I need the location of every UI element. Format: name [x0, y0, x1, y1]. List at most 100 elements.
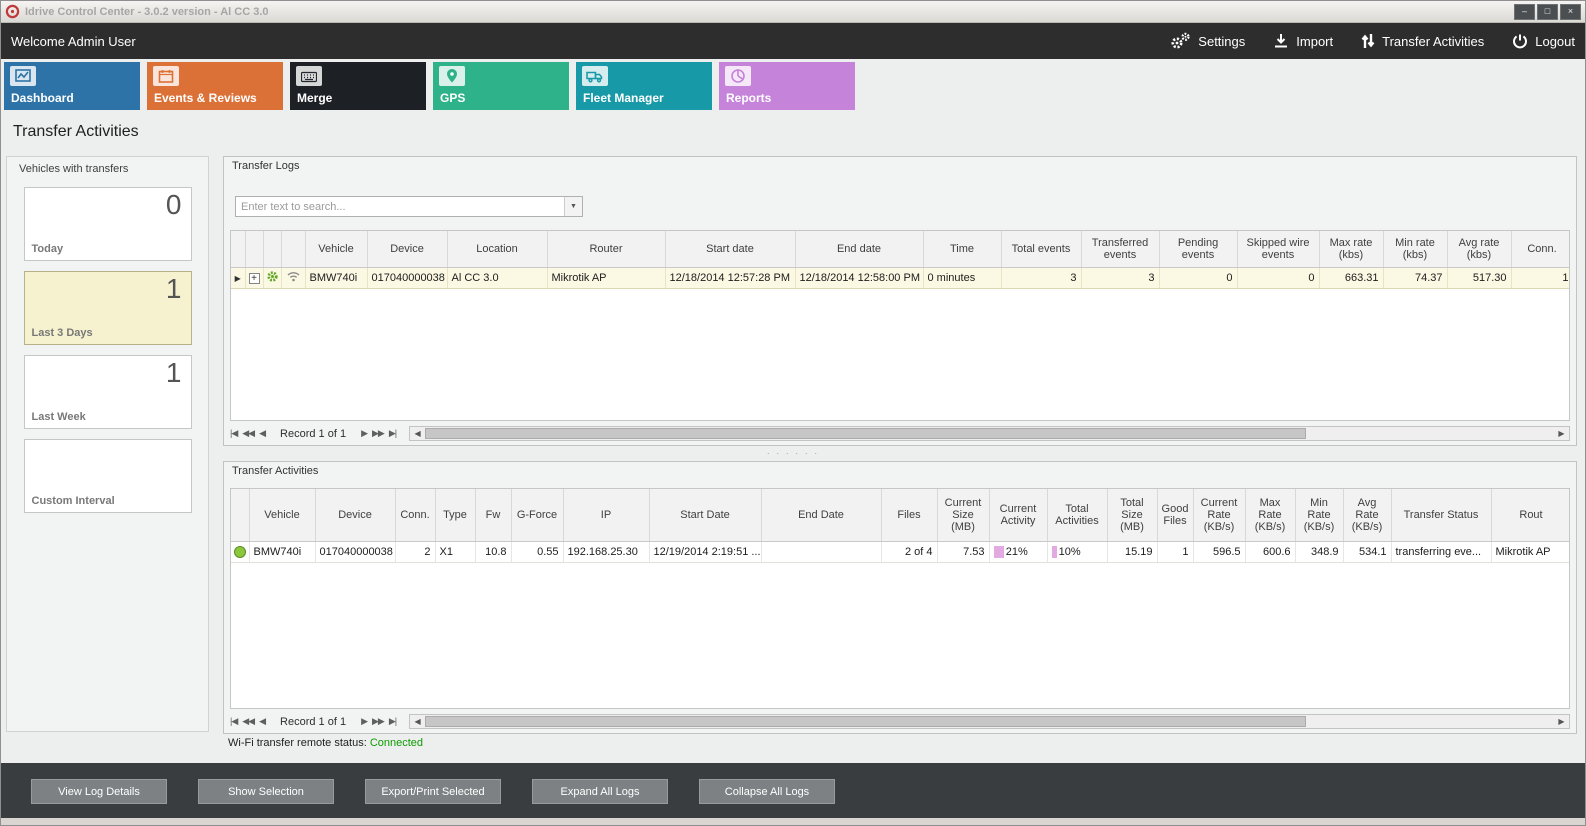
pager-prev-page-button[interactable]: ◀◀ [242, 714, 254, 729]
scrollbar-thumb[interactable] [425, 716, 1306, 727]
col-header[interactable] [281, 231, 305, 267]
pager-first-button[interactable]: |◀ [230, 426, 237, 441]
show-selection-button[interactable]: Show Selection [198, 779, 334, 804]
cell-min-rate[interactable]: 348.9 [1295, 541, 1343, 562]
cell-current-activity[interactable]: 21% [989, 541, 1047, 562]
filter-card-last-3-days[interactable]: 1 Last 3 Days [24, 271, 192, 345]
filter-card-last-week[interactable]: 1 Last Week [24, 355, 192, 429]
expand-button[interactable]: + [249, 273, 260, 284]
cell-conn[interactable]: 2 [395, 541, 435, 562]
col-header[interactable] [263, 231, 281, 267]
tile-merge[interactable]: Merge [290, 62, 426, 110]
cell-total-events[interactable]: 3 [1001, 267, 1081, 288]
cell-router[interactable]: Mikrotik AP [1491, 541, 1570, 562]
cell-transferred-events[interactable]: 3 [1081, 267, 1159, 288]
cell-start-date[interactable]: 12/18/2014 12:57:28 PM [665, 267, 795, 288]
cell-vehicle[interactable]: BMW740i [249, 541, 315, 562]
tile-events-reviews[interactable]: Events & Reviews [147, 62, 283, 110]
col-header-total-activities[interactable]: Total Activities [1047, 489, 1107, 541]
filter-card-today[interactable]: 0 Today [24, 187, 192, 261]
col-header-transfer-status[interactable]: Transfer Status [1391, 489, 1491, 541]
table-row[interactable]: ▶ + [231, 267, 1570, 288]
cell-total-activities[interactable]: 10% [1047, 541, 1107, 562]
cell-skipped-wire-events[interactable]: 0 [1237, 267, 1319, 288]
collapse-all-logs-button[interactable]: Collapse All Logs [699, 779, 835, 804]
col-header-type[interactable]: Type [435, 489, 475, 541]
col-header-vehicle[interactable]: Vehicle [249, 489, 315, 541]
col-header-max-rate[interactable]: Max Rate (KB/s) [1245, 489, 1295, 541]
col-header-total-size[interactable]: Total Size (MB) [1107, 489, 1157, 541]
col-header-end-date[interactable]: End date [795, 231, 923, 267]
col-header-good-files[interactable]: Good Files [1157, 489, 1193, 541]
scrollbar-track[interactable] [425, 427, 1554, 440]
scroll-right-arrow[interactable]: ▶ [1554, 427, 1569, 440]
cell-device[interactable]: 017040000038 [315, 541, 395, 562]
cell-max-rate[interactable]: 600.6 [1245, 541, 1295, 562]
col-header-current-activity[interactable]: Current Activity [989, 489, 1047, 541]
col-header-min-rate[interactable]: Min Rate (KB/s) [1295, 489, 1343, 541]
search-input[interactable] [236, 197, 564, 216]
col-header-avg-rate[interactable]: Avg Rate (KB/s) [1343, 489, 1391, 541]
cell-min-rate[interactable]: 74.37 [1383, 267, 1447, 288]
pager-prev-button[interactable]: ◀ [259, 426, 265, 441]
search-dropdown-button[interactable]: ▼ [564, 197, 582, 216]
scroll-left-arrow[interactable]: ◀ [410, 715, 425, 728]
pager-last-button[interactable]: ▶| [389, 426, 396, 441]
col-header-total-events[interactable]: Total events [1001, 231, 1081, 267]
cell-end-date[interactable] [761, 541, 881, 562]
cell-files[interactable]: 2 of 4 [881, 541, 937, 562]
cell-current-size[interactable]: 7.53 [937, 541, 989, 562]
minimize-button[interactable]: – [1514, 4, 1535, 20]
cell-transfer-status[interactable]: transferring eve... [1391, 541, 1491, 562]
splitter-handle[interactable]: · · · · · · [1, 450, 1585, 458]
tile-gps[interactable]: GPS [433, 62, 569, 110]
col-header-ip[interactable]: IP [563, 489, 649, 541]
close-button[interactable]: × [1560, 4, 1581, 20]
transfer-activities-button[interactable]: Transfer Activities [1361, 33, 1484, 49]
cell-fw[interactable]: 10.8 [475, 541, 511, 562]
col-header-max-rate[interactable]: Max rate (kbs) [1319, 231, 1383, 267]
expand-all-logs-button[interactable]: Expand All Logs [532, 779, 668, 804]
scrollbar-track[interactable] [425, 715, 1554, 728]
pager-prev-page-button[interactable]: ◀◀ [242, 426, 254, 441]
col-header-conn[interactable]: Conn. [1511, 231, 1570, 267]
pager-next-page-button[interactable]: ▶▶ [372, 426, 384, 441]
col-header-location[interactable]: Location [447, 231, 547, 267]
pager-next-page-button[interactable]: ▶▶ [372, 714, 384, 729]
col-header-current-rate[interactable]: Current Rate (KB/s) [1193, 489, 1245, 541]
cell-max-rate[interactable]: 663.31 [1319, 267, 1383, 288]
col-header-start-date[interactable]: Start date [665, 231, 795, 267]
col-header[interactable] [231, 231, 245, 267]
col-header-device[interactable]: Device [315, 489, 395, 541]
cell-total-size[interactable]: 15.19 [1107, 541, 1157, 562]
logout-button[interactable]: Logout [1512, 33, 1575, 49]
cell-ip[interactable]: 192.168.25.30 [563, 541, 649, 562]
pager-first-button[interactable]: |◀ [230, 714, 237, 729]
col-header-router[interactable]: Rout [1491, 489, 1570, 541]
maximize-button[interactable]: □ [1537, 4, 1558, 20]
col-header-start-date[interactable]: Start Date [649, 489, 761, 541]
col-header-end-date[interactable]: End Date [761, 489, 881, 541]
col-header[interactable] [245, 231, 263, 267]
col-header-avg-rate[interactable]: Avg rate (kbs) [1447, 231, 1511, 267]
col-header-pending-events[interactable]: Pending events [1159, 231, 1237, 267]
tile-dashboard[interactable]: Dashboard [4, 62, 140, 110]
cell-current-rate[interactable]: 596.5 [1193, 541, 1245, 562]
col-header-g-force[interactable]: G-Force [511, 489, 563, 541]
settings-button[interactable]: Settings [1169, 32, 1245, 50]
pager-prev-button[interactable]: ◀ [259, 714, 265, 729]
col-header-current-size[interactable]: Current Size (MB) [937, 489, 989, 541]
horizontal-scrollbar[interactable]: ◀ ▶ [409, 714, 1570, 729]
horizontal-scrollbar[interactable]: ◀ ▶ [409, 426, 1570, 441]
pager-next-button[interactable]: ▶ [361, 426, 367, 441]
view-log-details-button[interactable]: View Log Details [31, 779, 167, 804]
col-header[interactable] [231, 489, 249, 541]
col-header-router[interactable]: Router [547, 231, 665, 267]
export-print-selected-button[interactable]: Export/Print Selected [365, 779, 501, 804]
tile-reports[interactable]: Reports [719, 62, 855, 110]
cell-good-files[interactable]: 1 [1157, 541, 1193, 562]
scroll-right-arrow[interactable]: ▶ [1554, 715, 1569, 728]
cell-avg-rate[interactable]: 534.1 [1343, 541, 1391, 562]
cell-pending-events[interactable]: 0 [1159, 267, 1237, 288]
cell-start-date[interactable]: 12/19/2014 2:19:51 ... [649, 541, 761, 562]
